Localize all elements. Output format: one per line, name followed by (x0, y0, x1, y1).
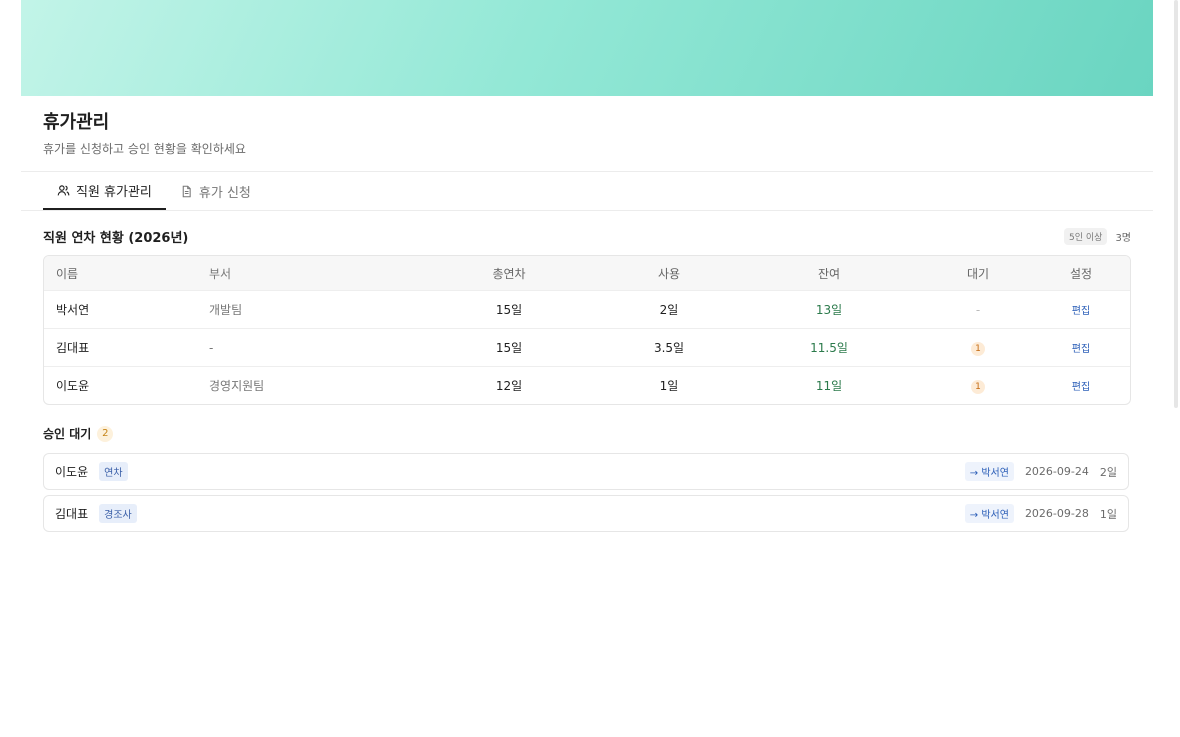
pending-count-badge: 2 (97, 425, 114, 442)
header-banner (21, 0, 1153, 96)
document-icon (182, 185, 191, 197)
settings-cell: 편집 (1047, 340, 1115, 355)
remaining-leave: 11.5일 (810, 341, 848, 355)
edit-button[interactable]: 편집 (1072, 344, 1090, 355)
leave-status-meta: 5인 이상 3명 (1064, 228, 1131, 245)
tab-label: 휴가 신청 (198, 185, 251, 201)
column-header-remain: 잔여 (817, 266, 841, 281)
users-icon (57, 184, 70, 195)
pending-cell: - (909, 303, 1047, 317)
page-header: 휴가관리 휴가를 신청하고 승인 현황을 확인하세요 (43, 111, 246, 157)
tab-label: 직원 휴가관리 (76, 184, 152, 200)
remaining-leave: 13일 (815, 303, 843, 317)
total-leave: 15일 (495, 341, 523, 355)
main-page: 휴가관리 휴가를 신청하고 승인 현황을 확인하세요 직원 휴가관리 휴가 신청… (21, 0, 1153, 737)
employee-dept: 개발팀 (209, 303, 243, 317)
requester-name: 김대표 (55, 507, 89, 521)
employee-name: 김대표 (56, 341, 90, 355)
column-header-pending: 대기 (966, 266, 990, 281)
pending-cell: 1 (909, 340, 1047, 356)
tab-employee-leave[interactable]: 직원 휴가관리 (43, 172, 166, 210)
total-leave: 12일 (495, 379, 523, 393)
column-header-total: 총연차 (492, 266, 526, 281)
pending-empty: - (975, 302, 981, 317)
scrollbar[interactable] (1174, 0, 1178, 408)
remaining-leave: 11일 (815, 379, 843, 393)
tab-bar: 직원 휴가관리 휴가 신청 (43, 172, 265, 210)
settings-cell: 편집 (1047, 378, 1115, 393)
employee-name: 박서연 (56, 303, 90, 317)
request-date: 2026-09-28 (1024, 507, 1089, 520)
approver-badge: → 박서연 (964, 462, 1014, 481)
column-header-name: 이름 (56, 266, 79, 281)
table-row: 김대표 - 15일 3.5일 11.5일 1 편집 (44, 328, 1130, 366)
requester-name: 이도윤 (55, 465, 89, 479)
edit-button[interactable]: 편집 (1072, 306, 1090, 317)
request-days: 1일 (1099, 507, 1117, 521)
leave-type-badge: 연차 (99, 462, 128, 481)
tab-leave-request[interactable]: 휴가 신청 (166, 172, 265, 210)
used-leave: 1일 (659, 379, 679, 393)
column-header-used: 사용 (657, 266, 681, 281)
leave-type-badge: 경조사 (99, 504, 137, 523)
used-leave: 3.5일 (653, 341, 685, 355)
employee-name: 이도윤 (56, 379, 90, 393)
table-row: 박서연 개발팀 15일 2일 13일 - 편집 (44, 290, 1130, 328)
company-size-badge: 5인 이상 (1064, 228, 1108, 245)
approver-badge: → 박서연 (964, 504, 1014, 523)
request-days: 2일 (1099, 465, 1117, 479)
employee-dept: 경영지원팀 (209, 379, 265, 393)
request-date: 2026-09-24 (1024, 465, 1089, 478)
column-header-settings: 설정 (1069, 266, 1093, 281)
pending-badge: 1 (971, 379, 985, 394)
pending-request-card[interactable]: 김대표 경조사 → 박서연 2026-09-28 1일 (43, 495, 1129, 532)
divider (21, 210, 1153, 211)
leave-status-title: 직원 연차 현황 (2026년) (43, 231, 189, 246)
used-leave: 2일 (659, 303, 679, 317)
employee-dept: - (209, 340, 214, 355)
settings-cell: 편집 (1047, 302, 1115, 317)
request-details: → 박서연 2026-09-28 1일 (964, 504, 1117, 523)
pending-cell: 1 (909, 378, 1047, 394)
total-leave: 15일 (495, 303, 523, 317)
pending-approval-title: 승인 대기 2 (43, 425, 114, 442)
employee-count: 3명 (1115, 233, 1131, 244)
pending-badge: 1 (971, 341, 985, 356)
pending-approval-label: 승인 대기 (43, 427, 92, 441)
column-header-dept: 부서 (209, 266, 232, 281)
edit-button[interactable]: 편집 (1072, 382, 1090, 393)
leave-status-table: 이름 부서 총연차 사용 잔여 대기 설정 박서연 개발팀 15일 2일 13일… (43, 255, 1131, 405)
table-header: 이름 부서 총연차 사용 잔여 대기 설정 (44, 256, 1130, 290)
request-details: → 박서연 2026-09-24 2일 (964, 462, 1117, 481)
pending-request-card[interactable]: 이도윤 연차 → 박서연 2026-09-24 2일 (43, 453, 1129, 490)
table-row: 이도윤 경영지원팀 12일 1일 11일 1 편집 (44, 366, 1130, 404)
page-subtitle: 휴가를 신청하고 승인 현황을 확인하세요 (43, 142, 246, 156)
page-title: 휴가관리 (43, 112, 110, 133)
